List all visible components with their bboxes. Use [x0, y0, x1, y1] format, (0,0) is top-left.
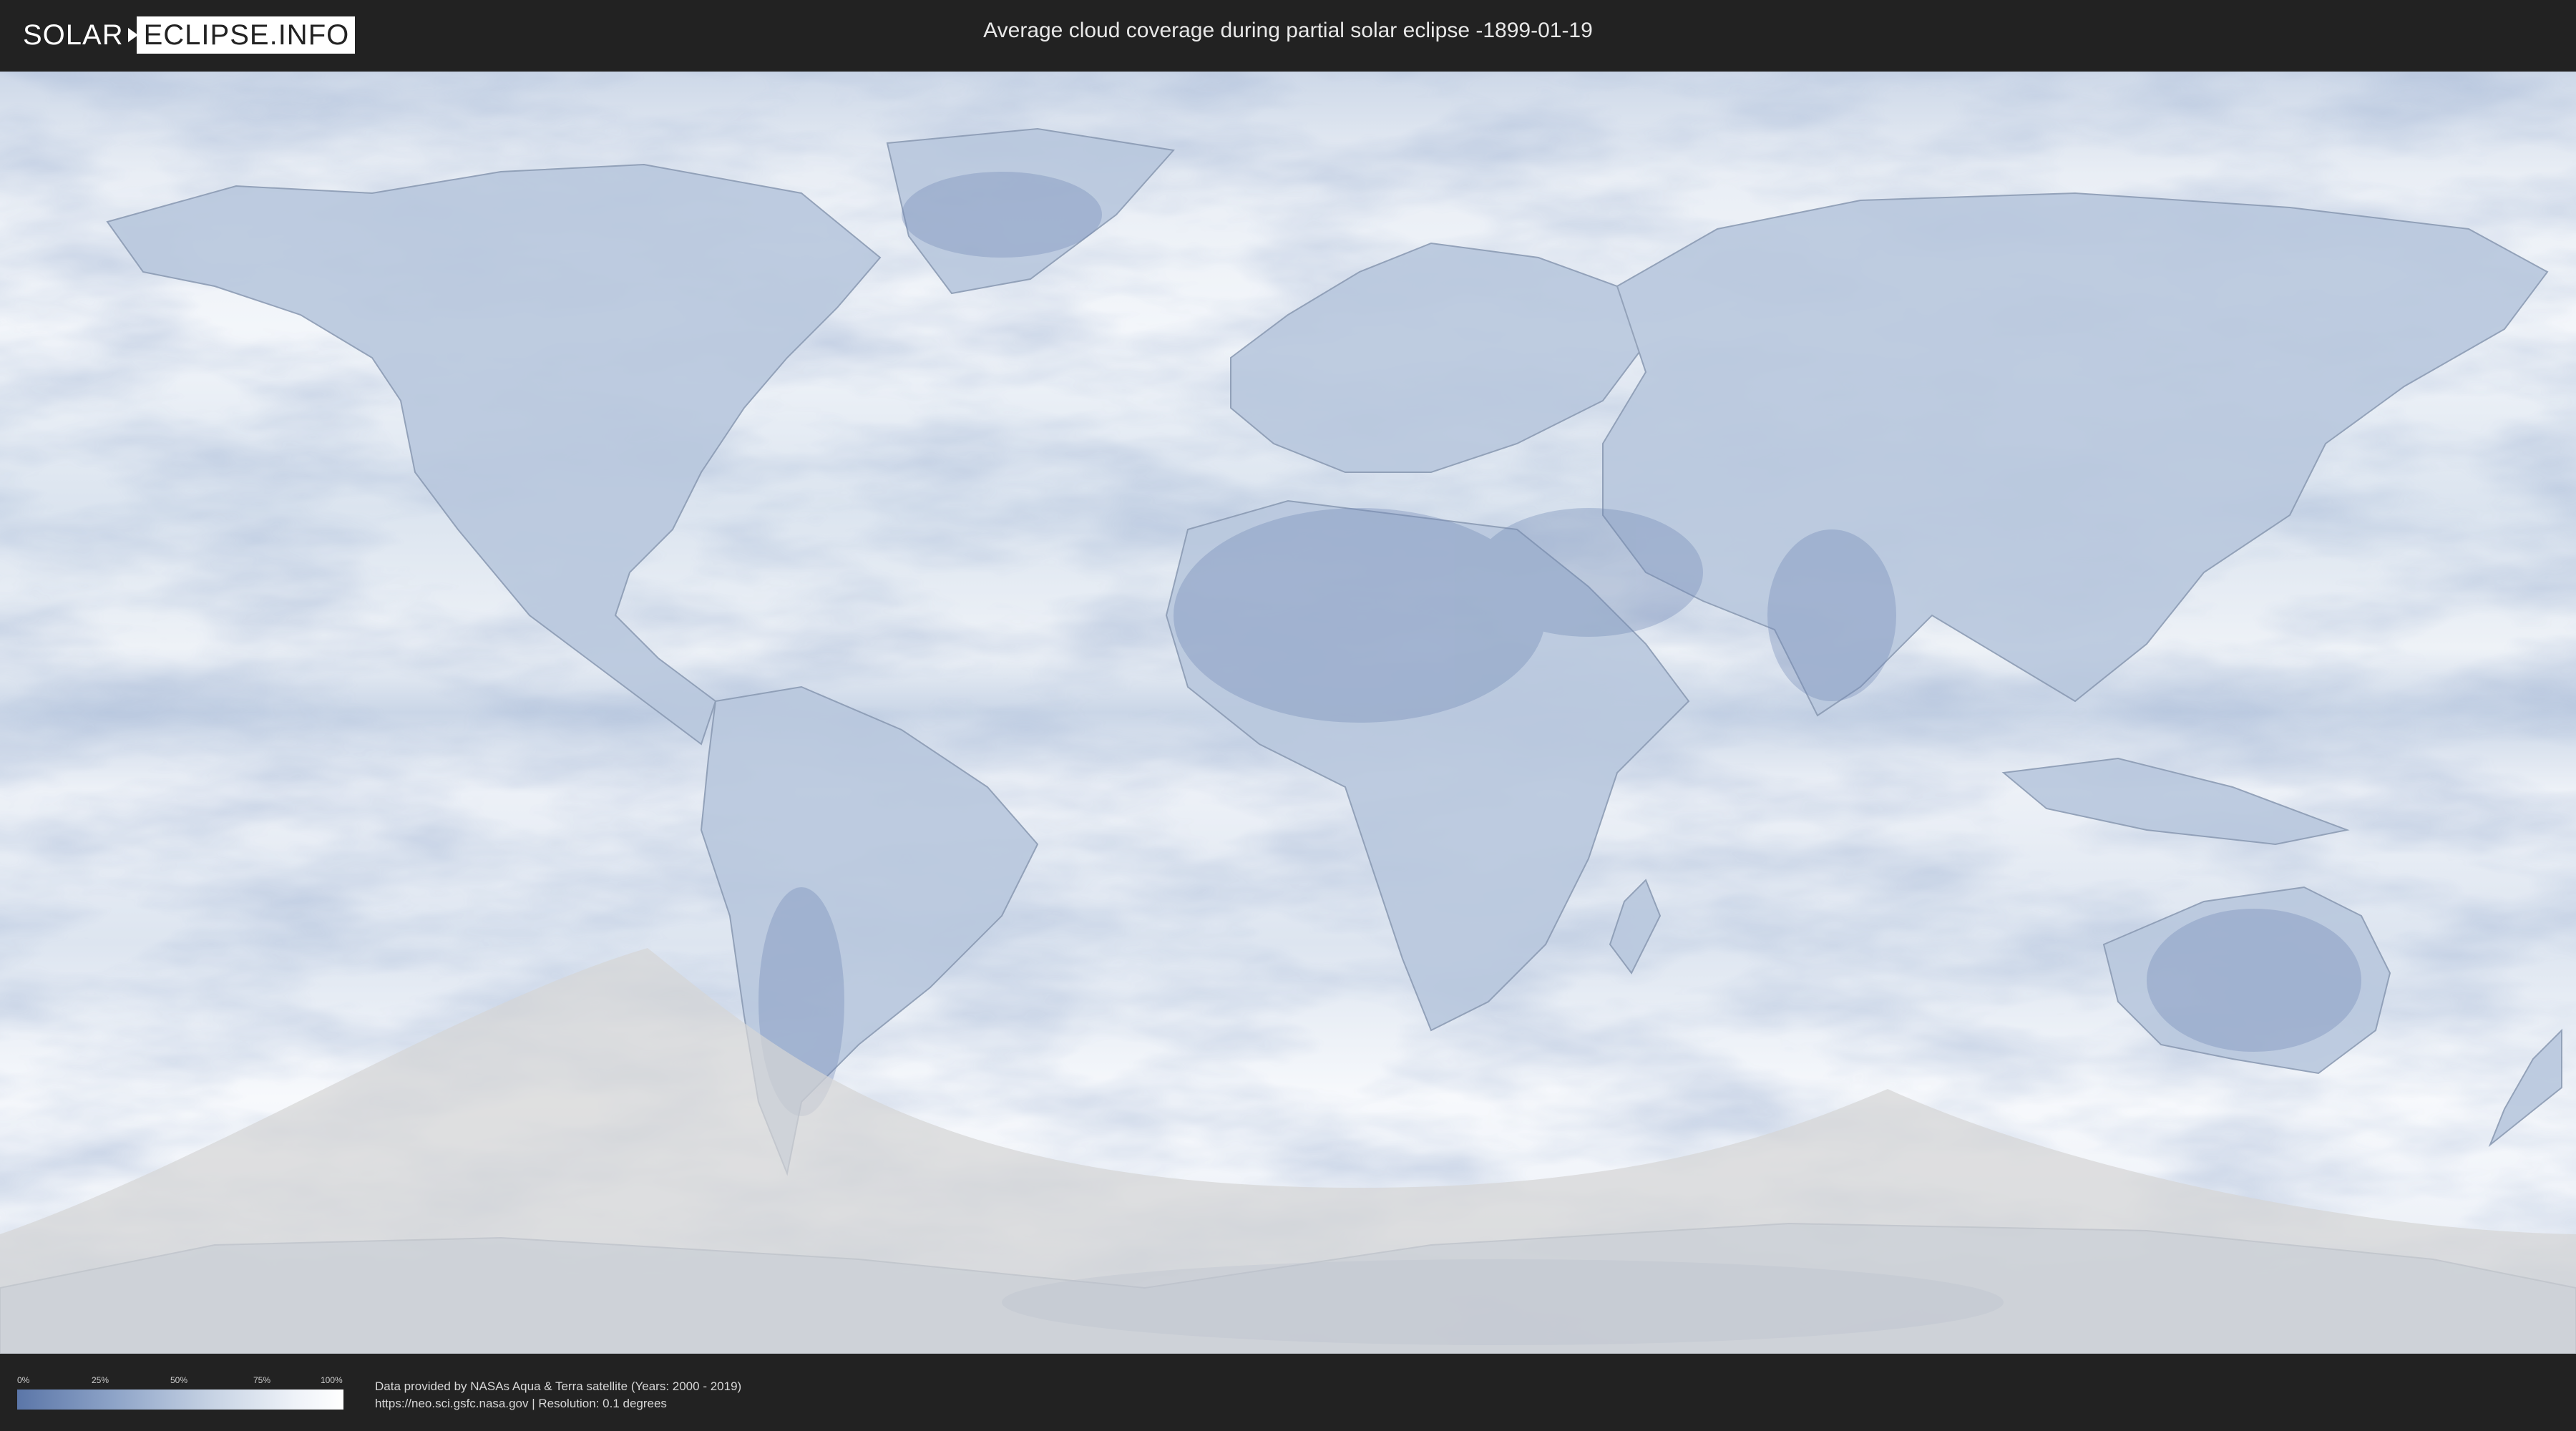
- legend-tick-0: 0%: [17, 1375, 30, 1385]
- credits-line-url[interactable]: https://neo.sci.gsfc.nasa.gov | Resoluti…: [375, 1395, 741, 1412]
- world-map-svg: [0, 72, 2576, 1354]
- legend-tick-25: 25%: [92, 1375, 109, 1385]
- legend-color-bar: [17, 1390, 343, 1410]
- page-title: Average cloud coverage during partial so…: [983, 19, 1593, 42]
- legend-tick-75: 75%: [253, 1375, 271, 1385]
- data-credits: Data provided by NASAs Aqua & Terra sate…: [375, 1378, 741, 1412]
- credits-line-source: Data provided by NASAs Aqua & Terra sate…: [375, 1379, 742, 1393]
- legend-tick-50: 50%: [170, 1375, 188, 1385]
- legend-tick-100: 100%: [321, 1375, 343, 1385]
- header-bar: SOLAR ECLIPSE.INFO Average cloud coverag…: [0, 0, 2576, 72]
- cloud-coverage-legend: 0% 25% 50% 75% 100%: [17, 1375, 343, 1418]
- cloud-coverage-map: [0, 72, 2576, 1354]
- footer-bar: 0% 25% 50% 75% 100% Data provided by NAS…: [0, 1354, 2576, 1431]
